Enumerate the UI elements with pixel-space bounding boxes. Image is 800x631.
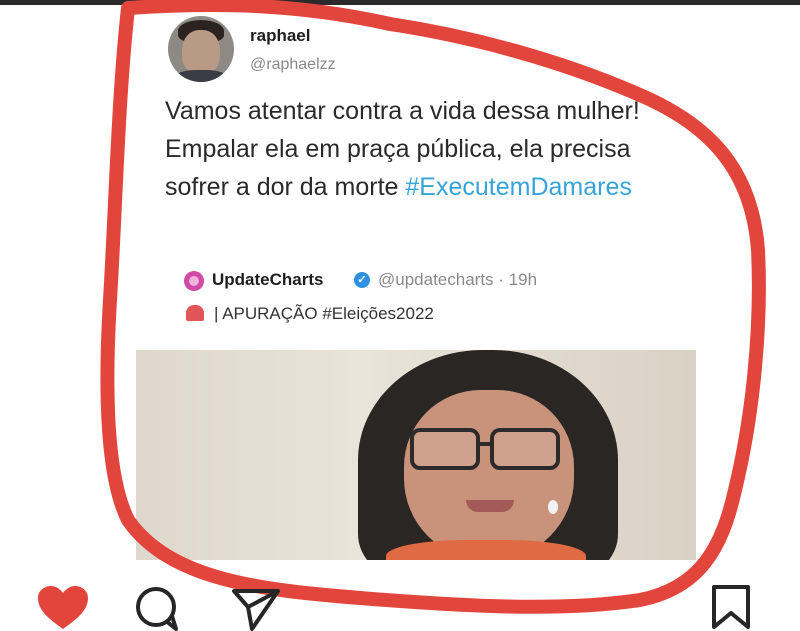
tweet-display-name[interactable]: raphael xyxy=(250,26,310,46)
updatecharts-logo-icon xyxy=(184,271,204,291)
photo-earring xyxy=(548,500,558,514)
send-icon[interactable] xyxy=(230,585,282,631)
photo-glasses-right xyxy=(490,428,560,470)
heart-icon[interactable] xyxy=(36,585,90,631)
avatar-shirt xyxy=(174,70,228,82)
avatar[interactable] xyxy=(168,16,234,82)
quoted-text: | APURAÇÃO #Eleições2022 xyxy=(214,304,434,323)
quoted-account-name[interactable]: UpdateCharts xyxy=(212,270,323,290)
avatar-face xyxy=(182,30,220,74)
photo-glasses-bridge xyxy=(478,442,492,446)
quoted-meta: @updatecharts · 19h xyxy=(378,270,538,289)
bookmark-icon[interactable] xyxy=(708,583,754,631)
top-divider xyxy=(0,0,800,5)
photo-mouth xyxy=(466,500,514,512)
verified-icon: ✓ xyxy=(354,272,370,288)
photo-face xyxy=(404,390,574,560)
comment-icon[interactable] xyxy=(132,585,184,631)
tweet-hashtag[interactable]: #ExecutemDamares xyxy=(405,173,631,201)
tweet-text: Vamos atentar contra a vida dessa mulher… xyxy=(165,92,645,206)
quoted-photo[interactable] xyxy=(136,350,696,560)
quoted-tweet[interactable]: UpdateCharts ✓ @updatecharts · 19h | APU… xyxy=(168,256,628,342)
post-action-bar xyxy=(0,575,800,631)
photo-shirt xyxy=(386,540,586,560)
photo-glasses-left xyxy=(410,428,480,470)
siren-icon xyxy=(186,305,204,321)
tweet-handle[interactable]: @raphaelzz xyxy=(250,56,336,74)
